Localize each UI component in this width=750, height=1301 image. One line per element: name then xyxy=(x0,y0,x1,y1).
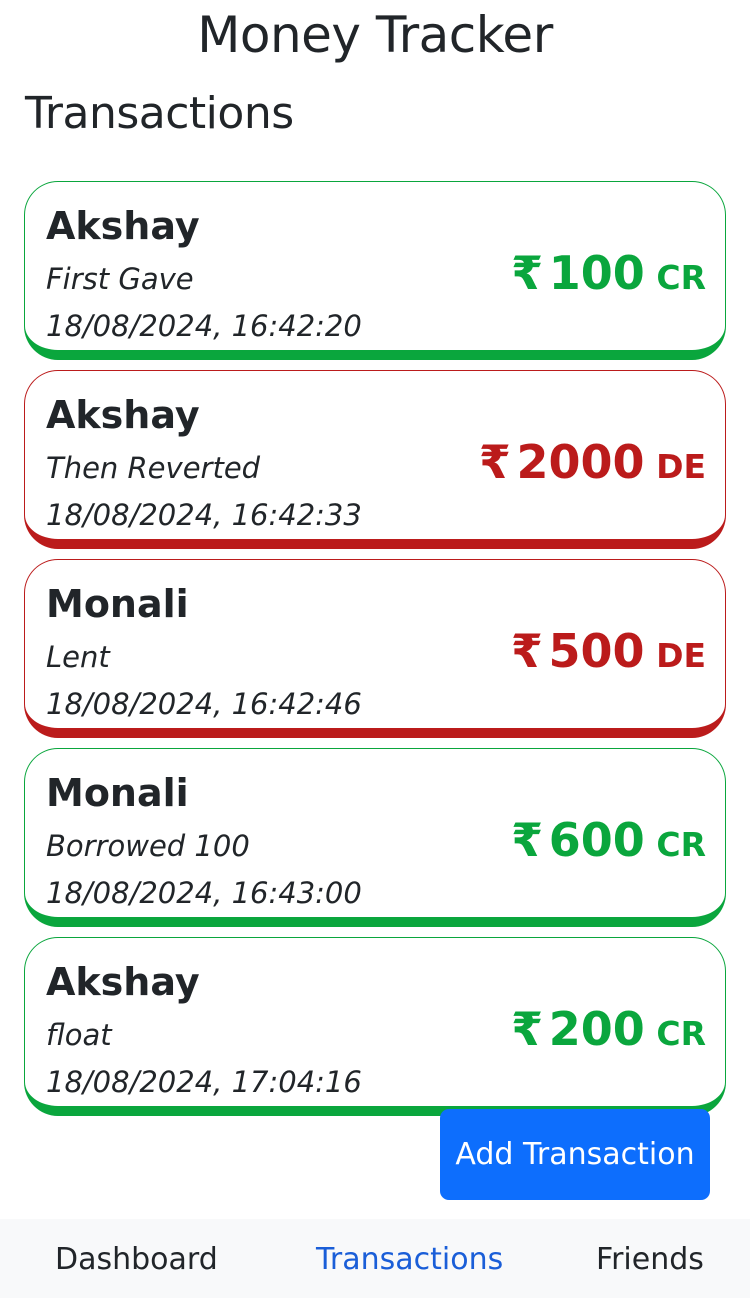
transaction-amount-value: 600 xyxy=(548,813,645,867)
nav-item-dashboard[interactable]: Dashboard xyxy=(55,1219,218,1298)
transaction-amount: ₹ 100 CR xyxy=(511,246,706,311)
rupee-symbol: ₹ xyxy=(511,246,544,300)
transaction-amount-value: 200 xyxy=(548,1002,645,1056)
transaction-amount: ₹ 200 CR xyxy=(511,1002,706,1067)
rupee-symbol: ₹ xyxy=(478,435,511,489)
transaction-amount-value: 2000 xyxy=(516,435,645,489)
transaction-timestamp: 18/08/2024, 16:43:00 xyxy=(46,876,362,910)
transaction-list: Akshay First Gave 18/08/2024, 16:42:20 ₹… xyxy=(24,181,726,1126)
bottom-nav: Dashboard Transactions Friends xyxy=(0,1219,750,1298)
app-title: Money Tracker xyxy=(197,6,553,64)
rupee-symbol: ₹ xyxy=(511,1002,544,1056)
page-title: Transactions xyxy=(25,88,294,139)
transaction-friend-name: Monali xyxy=(46,582,189,626)
transaction-amount: ₹ 600 CR xyxy=(511,813,706,878)
transaction-friend-name: Akshay xyxy=(46,960,200,1004)
transaction-friend-name: Monali xyxy=(46,771,189,815)
transaction-type-badge: CR xyxy=(656,1014,706,1053)
transaction-amount-value: 100 xyxy=(548,246,645,300)
transaction-timestamp: 18/08/2024, 16:42:46 xyxy=(46,687,362,721)
rupee-symbol: ₹ xyxy=(510,624,543,678)
transaction-type-badge: DE xyxy=(656,636,706,675)
rupee-symbol: ₹ xyxy=(511,813,544,867)
transaction-note: Lent xyxy=(46,640,110,674)
transaction-friend-name: Akshay xyxy=(46,393,200,437)
add-transaction-button[interactable]: Add Transaction xyxy=(440,1109,710,1200)
transaction-note: Borrowed 100 xyxy=(46,829,250,863)
transaction-card[interactable]: Akshay Then Reverted 18/08/2024, 16:42:3… xyxy=(24,370,726,549)
transaction-amount: ₹ 2000 DE xyxy=(479,435,706,500)
transaction-card[interactable]: Monali Lent 18/08/2024, 16:42:46 ₹ 500 D… xyxy=(24,559,726,738)
transaction-timestamp: 18/08/2024, 16:42:33 xyxy=(46,498,362,532)
transaction-card[interactable]: Akshay float 18/08/2024, 17:04:16 ₹ 200 … xyxy=(24,937,726,1116)
transaction-type-badge: CR xyxy=(656,258,706,297)
transaction-friend-name: Akshay xyxy=(46,204,200,248)
transaction-timestamp: 18/08/2024, 16:42:20 xyxy=(46,309,362,343)
nav-item-transactions[interactable]: Transactions xyxy=(316,1219,503,1298)
transaction-timestamp: 18/08/2024, 17:04:16 xyxy=(46,1065,362,1099)
transaction-amount: ₹ 500 DE xyxy=(511,624,706,689)
transaction-note: Then Reverted xyxy=(46,451,261,485)
transaction-note: First Gave xyxy=(46,262,194,296)
transaction-note: float xyxy=(46,1018,112,1052)
transaction-type-badge: DE xyxy=(656,447,706,486)
transaction-card[interactable]: Monali Borrowed 100 18/08/2024, 16:43:00… xyxy=(24,748,726,927)
nav-item-friends[interactable]: Friends xyxy=(596,1219,704,1298)
transaction-card[interactable]: Akshay First Gave 18/08/2024, 16:42:20 ₹… xyxy=(24,181,726,360)
transaction-amount-value: 500 xyxy=(548,624,645,678)
transaction-type-badge: CR xyxy=(656,825,706,864)
